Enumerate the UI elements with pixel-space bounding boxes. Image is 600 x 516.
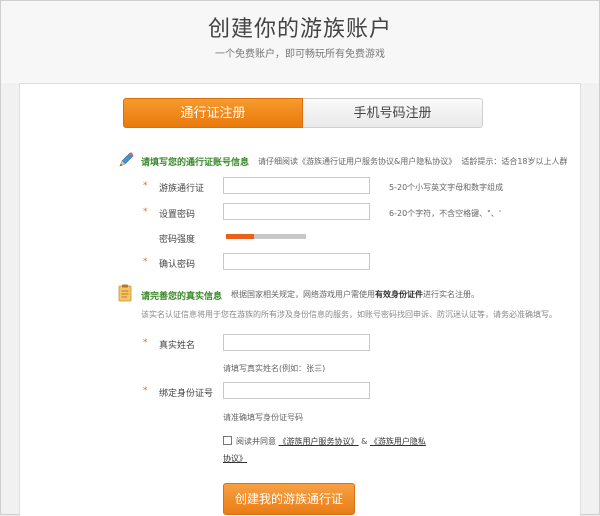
confirm-password-label: 确认密码 — [159, 260, 196, 270]
username-hint: 5-20个小写英文字母和数字组成 — [389, 183, 504, 192]
identity-notice-bold: 有效身份证件 — [375, 290, 423, 299]
tab-passport-register[interactable]: 通行证注册 — [123, 98, 303, 128]
create-account-button[interactable]: 创建我的游族通行证 — [223, 483, 355, 515]
realname-input[interactable] — [223, 334, 370, 351]
page-header: 创建你的游族账户 一个免费账户，即可畅玩所有免费游戏 — [1, 1, 599, 83]
agree-checkbox[interactable] — [223, 436, 232, 445]
identity-notice: 根据国家相关规定，网络游戏用户需使用有效身份证件进行实名注册。 — [231, 289, 479, 300]
strength-label: 密码强度 — [159, 235, 196, 245]
password-hint: 6-20个字符，不含空格键、"、' — [389, 209, 502, 218]
identity-section-title: 请完善您的真实信息 — [141, 292, 223, 302]
required-mark: * — [143, 181, 148, 191]
user-privacy-agreement-link[interactable]: 《游族用户隐私 — [370, 437, 426, 446]
page-title: 创建你的游族账户 — [207, 17, 392, 42]
identity-notice-prefix: 根据国家相关规定，网络游戏用户需使用 — [231, 290, 375, 299]
confirm-password-input[interactable] — [223, 253, 370, 270]
account-notice: 请仔细阅读《游族通行证用户服务协议&用户隐私协议》 适龄提示：适合18岁以上人群 — [258, 156, 568, 167]
idcard-hint: 请准确填写身份证号码 — [223, 413, 303, 422]
password-input[interactable] — [223, 203, 370, 220]
realname-hint: 请填写真实姓名(例如：张三) — [223, 364, 326, 373]
agreement-amp: & — [361, 437, 368, 446]
password-strength-fill — [226, 234, 254, 239]
required-mark: * — [143, 207, 148, 217]
idcard-label: 绑定身份证号 — [159, 389, 214, 399]
identity-notice-suffix: 进行实名注册。 — [423, 290, 479, 299]
required-mark: * — [143, 338, 148, 348]
username-label: 游族通行证 — [159, 184, 205, 194]
agreement-line: 阅读并同意 《游族用户服务协议》 & 《游族用户隐私 — [236, 436, 426, 447]
page-frame: 创建你的游族账户 一个免费账户，即可畅玩所有免费游戏 通行证注册 手机号码注册 … — [0, 0, 600, 516]
user-service-agreement-link[interactable]: 《游族用户服务协议》 — [279, 437, 359, 446]
idcard-input[interactable] — [223, 382, 370, 399]
agreement-line-2: 协议》 — [223, 453, 247, 464]
registration-card: 通行证注册 手机号码注册 请填写您的通行证账号信息 请仔细阅读《游族通行证用户服… — [19, 83, 581, 516]
realname-label: 真实姓名 — [159, 341, 196, 351]
password-strength-bar — [226, 234, 306, 239]
user-privacy-agreement-link-cont[interactable]: 协议》 — [223, 454, 247, 463]
page-subtitle: 一个免费账户，即可畅玩所有免费游戏 — [215, 49, 385, 60]
age-notice: 适龄提示：适合18岁以上人群 — [461, 157, 568, 166]
pencil-icon — [118, 152, 134, 172]
service-agreement-link[interactable]: 《游族通行证用户服务协议&用户隐私协议》 — [298, 157, 456, 166]
password-label: 设置密码 — [159, 210, 196, 220]
notepad-icon — [118, 284, 132, 306]
tab-phone-register[interactable]: 手机号码注册 — [303, 98, 483, 128]
agreement-prefix: 阅读并同意 — [236, 437, 276, 446]
required-mark: * — [143, 386, 148, 396]
account-section-title: 请填写您的通行证账号信息 — [141, 158, 250, 168]
required-mark: * — [143, 257, 148, 267]
identity-description: 该实名认证信息将用于您在游族的所有涉及身份信息的服务，如账号密码找回申诉、防沉迷… — [141, 310, 557, 319]
notice-prefix: 请仔细阅读 — [258, 157, 298, 166]
username-input[interactable] — [223, 177, 370, 194]
